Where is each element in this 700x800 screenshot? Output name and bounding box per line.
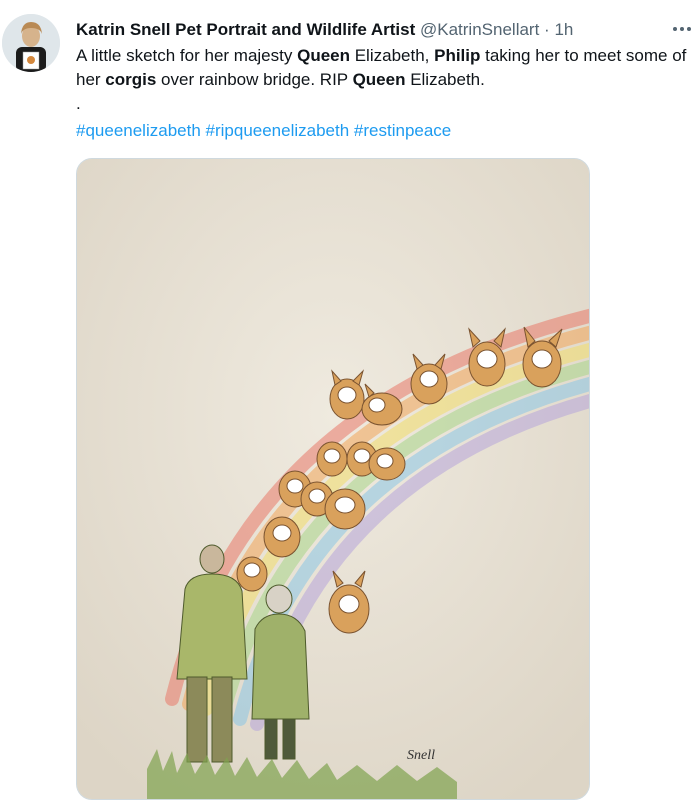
hashtag-link[interactable]: #restinpeace	[354, 121, 451, 140]
hashtag-link[interactable]: #ripqueenelizabeth	[206, 121, 350, 140]
author-name[interactable]: Katrin Snell Pet Portrait and Wildlife A…	[76, 20, 415, 39]
tweet-image[interactable]: Snell	[76, 158, 590, 800]
tweet-text: A little sketch for her majesty Queen El…	[76, 46, 687, 89]
hashtags: #queenelizabeth #ripqueenelizabeth #rest…	[76, 119, 451, 143]
tweet-card[interactable]: Katrin Snell Pet Portrait and Wildlife A…	[0, 0, 700, 800]
more-horizontal-icon	[673, 27, 691, 31]
separator: ·	[544, 20, 550, 39]
author-handle[interactable]: @KatrinSnellart	[420, 20, 539, 39]
tweet-header: Katrin Snell Pet Portrait and Wildlife A…	[76, 19, 660, 41]
sketch-illustration: Snell	[77, 159, 589, 799]
timestamp[interactable]: 1h	[554, 20, 573, 39]
more-button[interactable]	[668, 18, 696, 40]
hashtag-link[interactable]: #queenelizabeth	[76, 121, 201, 140]
author-avatar[interactable]	[2, 14, 60, 72]
signature: Snell	[407, 748, 435, 763]
tweet-dot: .	[76, 94, 81, 113]
